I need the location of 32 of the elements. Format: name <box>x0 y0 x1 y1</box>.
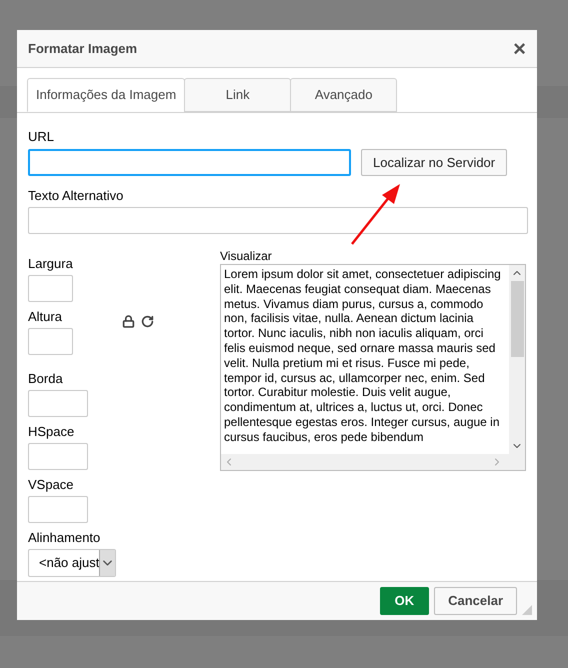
tab[interactable]: Avançado <box>290 78 398 112</box>
browse-server-button[interactable]: Localizar no Servidor <box>361 149 508 176</box>
number-field[interactable] <box>28 328 73 355</box>
dropdown-icon <box>99 550 115 576</box>
field-label: Visualizar <box>220 249 273 264</box>
field-label: HSpace <box>28 424 74 440</box>
alignment-select[interactable]: <não ajust <box>28 549 116 577</box>
field-label: Largura <box>28 256 73 272</box>
field-label: Altura <box>28 309 62 325</box>
field-label: Alinhamento <box>28 530 102 546</box>
close-button[interactable]: × <box>513 38 526 60</box>
scroll-thumb[interactable] <box>510 281 524 357</box>
field-label: Borda <box>28 371 63 387</box>
number-field[interactable] <box>28 443 88 470</box>
annotation-arrow <box>350 182 402 246</box>
tab[interactable]: Link <box>184 78 292 112</box>
reset-icon[interactable] <box>141 315 154 328</box>
number-field[interactable] <box>28 390 88 417</box>
field-label: VSpace <box>28 477 74 493</box>
alt-text-field[interactable] <box>28 207 528 234</box>
dialog-title: Formatar Imagem <box>28 40 138 58</box>
field-label: Texto Alternativo <box>28 188 124 204</box>
resize-handle-icon[interactable] <box>522 605 532 615</box>
tab[interactable]: Informações da Imagem <box>27 78 186 112</box>
url-field[interactable] <box>28 149 351 176</box>
number-field[interactable] <box>28 275 73 302</box>
number-field[interactable] <box>28 496 88 523</box>
preview-text: Lorem ipsum dolor sit amet, consectetuer adipiscing elit. Maecenas feugiat consequat diam. Maecenas metus. Vivamus diam purus, cursus a, commodo non, facilisis vitae, nulla. Aenean dictum lacinia tortor. Nunc iaculis, nibh non iaculis aliquam, orci felis euismod neque, sed ornare massa mauris sed velit. Nulla pretium mi et risus. Fusce mi pede, tempor id, cursus ac, ullamcorper nec, enim. Sed tortor. Curabitur molestie. Duis velit augue, condimentum at, ultrices a, luctus ut, orci. Donec pellentesque egestas eros. Integer cursus, augue in cursus faucibus, eros pede bibendum <box>223 266 502 446</box>
ok-button[interactable]: OK <box>380 587 430 615</box>
cancel-button[interactable]: Cancelar <box>434 587 517 615</box>
field-label: URL <box>28 129 56 145</box>
lock-icon[interactable] <box>122 315 135 328</box>
